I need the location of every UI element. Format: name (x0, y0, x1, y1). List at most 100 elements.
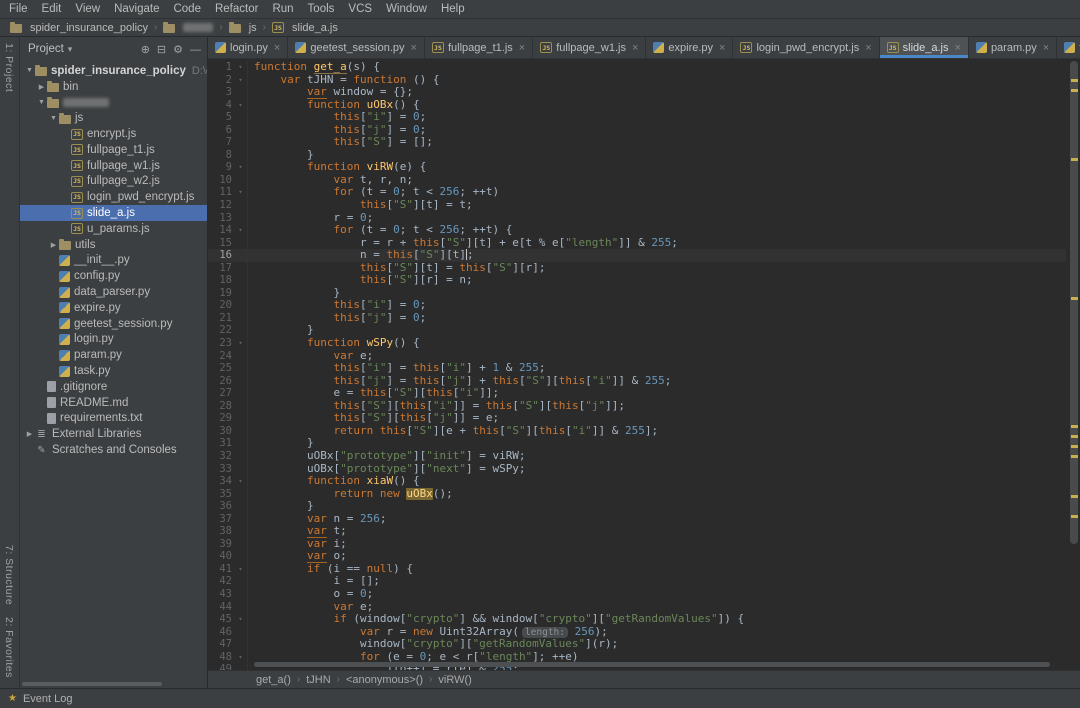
code-line-30[interactable]: 30 return this["S"][e + this["S"][this["… (208, 424, 1066, 438)
fold-icon[interactable]: ▾ (234, 186, 247, 199)
menu-refactor[interactable]: Refactor (208, 0, 265, 18)
tree-collapsed-icon[interactable]: ▶ (24, 430, 35, 438)
code-line-38[interactable]: 38 var t; (208, 525, 1066, 538)
tab-expire.py[interactable]: expire.py × (646, 37, 734, 58)
code-line-37[interactable]: 37 var n = 256; (208, 512, 1066, 526)
close-icon[interactable]: × (955, 42, 961, 54)
project-item-External Libraries[interactable]: ▶ ≣ External Libraries (20, 426, 207, 442)
locate-file-icon[interactable]: ⊕ (141, 44, 150, 56)
code-line-20[interactable]: 20 this["i"] = 0; (208, 299, 1066, 312)
breadcrumb-<anonymous>()[interactable]: <anonymous>() (346, 674, 423, 686)
code-line-33[interactable]: 33 uOBx["prototype"]["next"] = wSPy; (208, 462, 1066, 476)
fold-icon[interactable]: ▾ (234, 224, 247, 237)
code-line-43[interactable]: 43 o = 0; (208, 587, 1066, 601)
close-icon[interactable]: × (719, 42, 725, 54)
code-line-12[interactable]: 12 this["S"][t] = t; (208, 199, 1066, 212)
project-item-js[interactable]: ▼ js (20, 110, 207, 126)
tool-tab-favorites[interactable]: 2: Favorites (0, 611, 18, 684)
code-line-5[interactable]: 5 this["i"] = 0; (208, 111, 1066, 124)
code-line-42[interactable]: 42 i = []; (208, 575, 1066, 588)
menu-vcs[interactable]: VCS (341, 0, 379, 18)
collapse-all-icon[interactable]: ⊟ (157, 44, 166, 56)
tree-expanded-icon[interactable]: ▼ (36, 99, 47, 106)
code-line-29[interactable]: 29 this["S"][this["j"]] = e; (208, 412, 1066, 425)
code-line-16[interactable]: 16 n = this["S"][t]; (208, 249, 1066, 262)
tree-expanded-icon[interactable]: ▼ (24, 67, 35, 74)
project-item-login_pwd_encrypt.js[interactable]: JS login_pwd_encrypt.js (20, 189, 207, 205)
code-line-14[interactable]: 14 ▾ for (t = 0; t < 256; ++t) { (208, 224, 1066, 237)
code-line-34[interactable]: 34 ▾ function xiaW() { (208, 475, 1066, 488)
project-item-__init__.py[interactable]: __init__.py (20, 253, 207, 269)
code-line-18[interactable]: 18 this["S"][r] = n; (208, 274, 1066, 287)
code-line-39[interactable]: 39 var i; (208, 537, 1066, 551)
project-item-u_params.js[interactable]: JS u_params.js (20, 221, 207, 237)
fold-icon[interactable]: ▾ (234, 475, 247, 488)
fold-icon[interactable]: ▾ (234, 563, 247, 576)
breadcrumb-tJHN[interactable]: tJHN (306, 674, 330, 686)
code-line-15[interactable]: 15 r = r + this["S"][t] + e[t % e["lengt… (208, 236, 1066, 250)
project-item-README.md[interactable]: README.md (20, 395, 207, 411)
code-line-40[interactable]: 40 var o; (208, 550, 1066, 563)
fold-icon[interactable]: ▾ (234, 61, 247, 74)
tab-login_pwd_encrypt.js[interactable]: JS login_pwd_encrypt.js × (733, 37, 880, 58)
tab-task.py[interactable]: task.py× (1057, 37, 1080, 58)
tab-geetest_session.py[interactable]: geetest_session.py × (288, 37, 425, 58)
breadcrumb-item-spider_insurance_policy[interactable]: spider_insurance_policy (8, 22, 150, 34)
project-item-Scratches and Consoles[interactable]: ✎ Scratches and Consoles (20, 442, 207, 458)
project-item-requirements.txt[interactable]: requirements.txt (20, 411, 207, 427)
code-line-28[interactable]: 28 this["S"][this["i"]] = this["S"][this… (208, 399, 1066, 413)
tab-param.py[interactable]: param.py × (968, 37, 1058, 58)
code-line-44[interactable]: 44 var e; (208, 600, 1066, 614)
project-item-encrypt.js[interactable]: JS encrypt.js (20, 126, 207, 142)
close-icon[interactable]: × (632, 42, 638, 54)
close-icon[interactable]: × (1043, 42, 1049, 54)
menu-help[interactable]: Help (434, 0, 472, 18)
tab-login.py[interactable]: login.py × (208, 37, 289, 58)
project-item-geetest_session.py[interactable]: geetest_session.py (20, 316, 207, 332)
menu-code[interactable]: Code (166, 0, 208, 18)
breadcrumb-viRW()[interactable]: viRW() (438, 674, 471, 686)
code-line-11[interactable]: 11 ▾ for (t = 0; t < 256; ++t) (208, 186, 1066, 200)
code-line-41[interactable]: 41 ▾ if (i == null) { (208, 562, 1066, 576)
project-item-redacted[interactable]: ▼ (20, 95, 207, 111)
menu-tools[interactable]: Tools (301, 0, 342, 18)
tree-collapsed-icon[interactable]: ▶ (36, 83, 47, 91)
fold-icon[interactable]: ▾ (234, 99, 247, 112)
project-item-data_parser.py[interactable]: data_parser.py (20, 284, 207, 300)
project-item-expire.py[interactable]: expire.py (20, 300, 207, 316)
code-line-36[interactable]: 36 } (208, 500, 1066, 513)
code-line-21[interactable]: 21 this["j"] = 0; (208, 311, 1066, 325)
code-line-35[interactable]: 35 return new uOBx(); (208, 487, 1066, 501)
close-icon[interactable]: × (274, 42, 280, 54)
code-line-32[interactable]: 32 uOBx["prototype"]["init"] = viRW; (208, 449, 1066, 463)
tab-slide_a.js[interactable]: JS slide_a.js × (879, 37, 969, 58)
editor-horizontal-scrollbar[interactable] (254, 662, 1050, 667)
project-item-config.py[interactable]: config.py (20, 268, 207, 284)
tool-tab-project[interactable]: 1: Project (0, 37, 18, 98)
menu-edit[interactable]: Edit (35, 0, 69, 18)
close-icon[interactable]: × (411, 42, 417, 54)
close-icon[interactable]: × (865, 42, 871, 54)
project-item-login.py[interactable]: login.py (20, 332, 207, 348)
project-item-param.py[interactable]: param.py (20, 347, 207, 363)
project-item-task.py[interactable]: task.py (20, 363, 207, 379)
code-line-8[interactable]: 8 } (208, 148, 1066, 162)
code-line-3[interactable]: 3 var window = {}; (208, 86, 1066, 99)
fold-icon[interactable]: ▾ (234, 161, 247, 174)
menu-view[interactable]: View (68, 0, 107, 18)
code-line-31[interactable]: 31 } (208, 437, 1066, 450)
code-line-6[interactable]: 6 this["j"] = 0; (208, 123, 1066, 137)
code-line-4[interactable]: 4 ▾ function uOBx() { (208, 98, 1066, 112)
breadcrumb-item-js[interactable]: js (227, 22, 259, 34)
project-panel-title[interactable]: Project (28, 43, 64, 55)
code-line-19[interactable]: 19 } (208, 286, 1066, 300)
code-line-17[interactable]: 17 this["S"][t] = this["S"][r]; (208, 261, 1066, 275)
code-line-2[interactable]: 2 ▾ var tJHN = function () { (208, 73, 1066, 87)
menu-run[interactable]: Run (265, 0, 300, 18)
project-item-.gitignore[interactable]: .gitignore (20, 379, 207, 395)
project-item-utils[interactable]: ▶ utils (20, 237, 207, 253)
project-item-fullpage_w1.js[interactable]: JS fullpage_w1.js (20, 158, 207, 174)
tree-expanded-icon[interactable]: ▼ (48, 115, 59, 122)
fold-icon[interactable]: ▾ (234, 613, 247, 626)
breadcrumb-item-slide_a.js[interactable]: JS slide_a.js (270, 22, 340, 34)
